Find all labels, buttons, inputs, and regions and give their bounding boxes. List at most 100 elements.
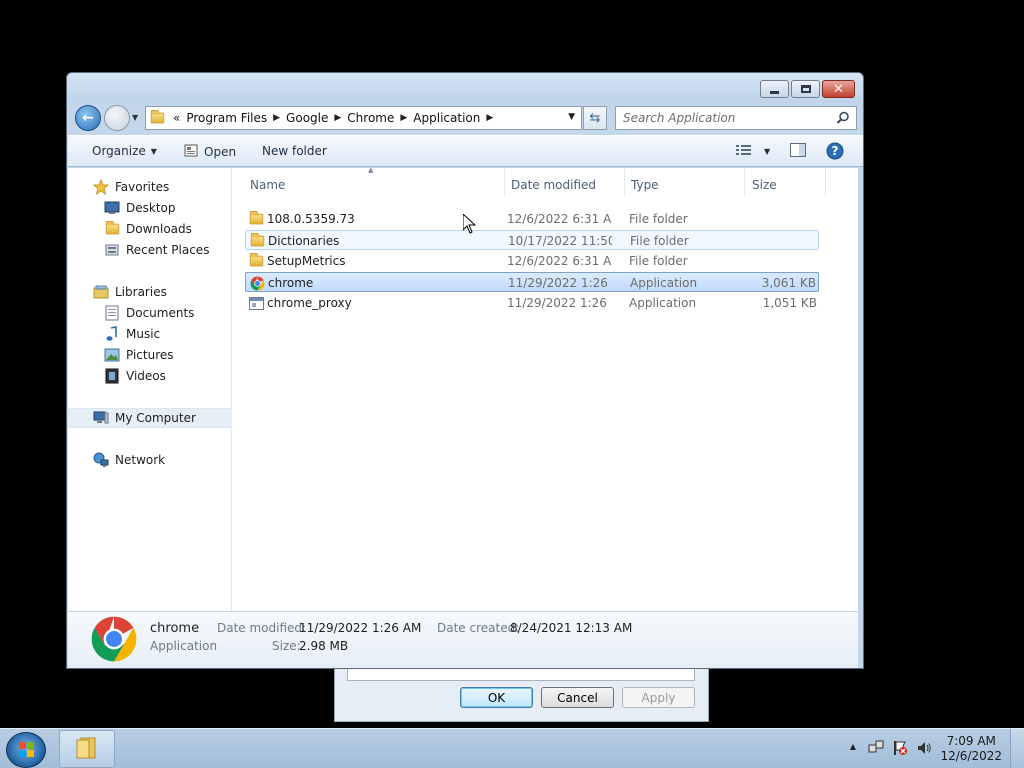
nav-music[interactable]: Music: [68, 324, 232, 344]
details-date-modified-label: Date modified:: [217, 621, 307, 635]
folder-icon: [248, 253, 264, 269]
breadcrumb-google[interactable]: Google: [286, 111, 328, 125]
help-button[interactable]: ?: [826, 142, 844, 163]
svg-text:?: ?: [832, 144, 839, 158]
nav-label: Libraries: [115, 285, 167, 299]
preview-pane-button[interactable]: [790, 143, 806, 160]
search-icon[interactable]: [836, 111, 850, 128]
breadcrumb-chrome[interactable]: Chrome: [347, 111, 394, 125]
column-divider[interactable]: [744, 168, 745, 196]
title-bar: ✕: [67, 73, 863, 103]
search-input[interactable]: [616, 107, 826, 129]
taskbar: ▲ 7:09 AM 12/6/2022: [0, 728, 1024, 768]
music-icon: [104, 326, 120, 342]
column-header-name[interactable]: Name: [250, 173, 285, 197]
file-row[interactable]: 108.0.5359.73 12/6/2022 6:31 AM File fol…: [245, 209, 819, 229]
refresh-button[interactable]: ⇆: [583, 106, 607, 130]
breadcrumb-application[interactable]: Application: [413, 111, 480, 125]
organize-button[interactable]: Organize ▼: [92, 144, 157, 158]
close-button[interactable]: ✕: [822, 80, 855, 98]
nav-desktop[interactable]: Desktop: [68, 198, 232, 218]
nav-label: Pictures: [126, 348, 174, 362]
nav-label: Music: [126, 327, 161, 341]
file-list[interactable]: Name ▲ Date modified Type Size 108.0.535…: [245, 166, 858, 611]
nav-pictures[interactable]: Pictures: [68, 345, 232, 365]
details-file-type: Application: [150, 639, 218, 653]
nav-videos[interactable]: Videos: [68, 366, 232, 386]
open-button[interactable]: Open: [184, 144, 236, 160]
details-size-label: Size:: [272, 639, 301, 653]
file-row[interactable]: chrome_proxy 11/29/2022 1:26 AM Applicat…: [245, 293, 819, 313]
file-row[interactable]: SetupMetrics 12/6/2022 6:31 AM File fold…: [245, 251, 819, 271]
volume-icon[interactable]: [916, 740, 932, 759]
search-box[interactable]: [615, 106, 857, 130]
minimize-button[interactable]: [760, 80, 789, 98]
navigation-pane[interactable]: Favorites Desktop Downloads Recent Place…: [68, 168, 232, 611]
column-header-size[interactable]: Size: [752, 173, 777, 197]
file-size: 1,051 KB: [762, 296, 817, 310]
view-list-icon: [736, 144, 752, 159]
nav-label: Network: [115, 453, 166, 467]
folder-icon: [150, 109, 165, 124]
forward-button[interactable]: [104, 105, 130, 131]
file-date: 12/6/2022 6:31 AM: [507, 254, 611, 268]
breadcrumb-arrow-icon[interactable]: ▶: [400, 113, 407, 123]
nav-label: Documents: [126, 306, 195, 320]
nav-downloads[interactable]: Downloads: [68, 219, 232, 239]
sort-ascending-icon: ▲: [368, 166, 374, 174]
taskbar-clock[interactable]: 7:09 AM 12/6/2022: [940, 734, 1002, 764]
column-header-date-modified[interactable]: Date modified: [511, 173, 596, 197]
breadcrumb-arrow-icon[interactable]: ▶: [486, 113, 493, 123]
breadcrumb-arrow-icon[interactable]: ▶: [273, 113, 280, 123]
column-divider[interactable]: [504, 168, 505, 196]
action-center-icon[interactable]: [892, 740, 908, 759]
arrow-left-icon: ←: [82, 110, 94, 126]
chrome-large-icon: [90, 615, 138, 666]
show-desktop-button[interactable]: [1010, 729, 1024, 768]
column-divider[interactable]: [624, 168, 625, 196]
cancel-button[interactable]: Cancel: [541, 687, 614, 708]
maximize-button[interactable]: [791, 80, 820, 98]
details-pane: chrome Application Date modified: 11/29/…: [68, 611, 858, 668]
breadcrumb-overflow[interactable]: «: [173, 111, 180, 125]
nav-network[interactable]: Network: [68, 450, 232, 470]
nav-recent-places[interactable]: Recent Places: [68, 240, 232, 260]
nav-libraries[interactable]: Libraries: [68, 282, 232, 302]
pictures-icon: [104, 347, 120, 363]
nav-my-computer[interactable]: My Computer: [68, 408, 232, 428]
file-type: File folder: [629, 212, 688, 226]
back-button[interactable]: ←: [75, 105, 101, 131]
open-file-dialog: ✕ ← ▼ « Program Files ▶ Google ▶ Chrome …: [66, 72, 864, 669]
file-size: 3,061 KB: [761, 276, 816, 290]
column-divider[interactable]: [825, 168, 826, 196]
start-button[interactable]: [6, 732, 46, 768]
chevron-down-icon: ▼: [764, 147, 771, 156]
maximize-icon: [800, 85, 811, 93]
file-type: Application: [629, 296, 697, 310]
nav-documents[interactable]: Documents: [68, 303, 232, 323]
details-file-name: chrome: [150, 621, 200, 636]
file-date: 11/29/2022 1:26 AM: [508, 276, 612, 290]
file-row[interactable]: Dictionaries 10/17/2022 11:50 ... File f…: [245, 230, 819, 250]
apply-button[interactable]: Apply: [622, 687, 695, 708]
ok-button[interactable]: OK: [460, 687, 533, 708]
file-name: Dictionaries: [268, 234, 340, 248]
taskbar-explorer-button[interactable]: [59, 730, 115, 768]
nav-favorites[interactable]: Favorites: [68, 177, 232, 197]
recent-locations-dropdown[interactable]: ▼: [132, 113, 138, 122]
file-type: File folder: [630, 234, 689, 248]
view-options-button[interactable]: ▼: [736, 144, 770, 159]
file-date: 10/17/2022 11:50 ...: [508, 234, 612, 248]
network-tray-icon[interactable]: [868, 740, 884, 759]
background-dialog: OK Cancel Apply: [334, 660, 709, 722]
address-dropdown-icon[interactable]: ▼: [568, 112, 575, 122]
breadcrumb-arrow-icon[interactable]: ▶: [334, 113, 341, 123]
address-bar[interactable]: « Program Files ▶ Google ▶ Chrome ▶ Appl…: [145, 106, 582, 130]
column-header-type[interactable]: Type: [631, 173, 659, 197]
file-type: File folder: [629, 254, 688, 268]
new-folder-button[interactable]: New folder: [262, 144, 327, 158]
show-hidden-icons-button[interactable]: ▲: [850, 742, 856, 751]
folder-icon: [248, 211, 264, 227]
breadcrumb-program-files[interactable]: Program Files: [186, 111, 267, 125]
file-row-selected[interactable]: chrome 11/29/2022 1:26 AM Application 3,…: [245, 272, 819, 292]
